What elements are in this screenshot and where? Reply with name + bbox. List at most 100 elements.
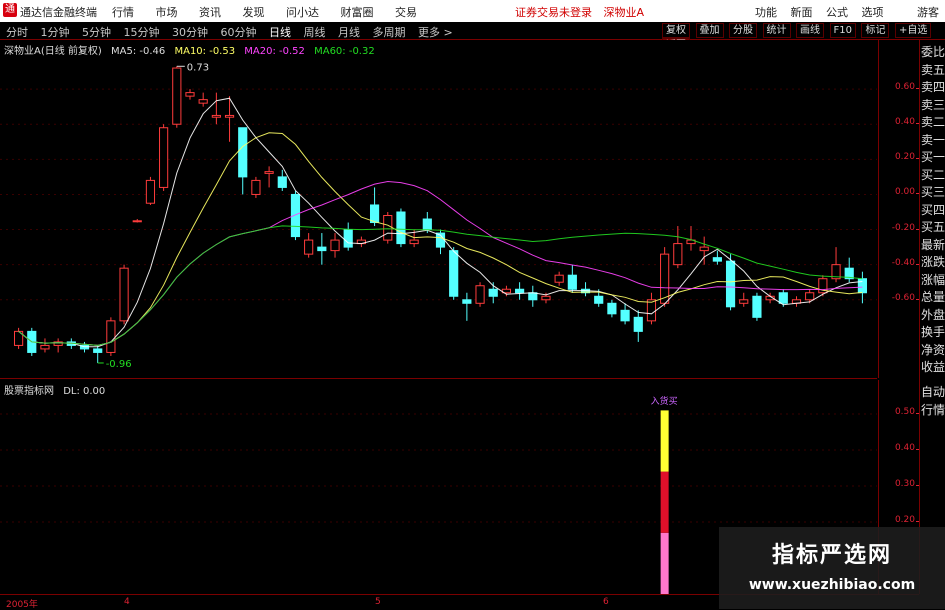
- candle-body: [330, 239, 340, 252]
- y-tick-label: 0.40: [894, 117, 920, 128]
- date-label-month-4: 4: [124, 597, 130, 607]
- quote-field-label: 买二: [921, 167, 945, 182]
- quote-field-label: 涨跌: [921, 255, 945, 269]
- candle-body: [541, 295, 551, 301]
- candle-body: [528, 292, 538, 301]
- candle-body: [93, 348, 103, 353]
- quote-field-label: 卖二: [921, 115, 945, 129]
- candle-body: [290, 193, 301, 238]
- period-tab-weekly[interactable]: 周线: [304, 26, 326, 39]
- menu-item-options[interactable]: 选项: [862, 6, 884, 19]
- candle-body: [304, 239, 314, 255]
- candle-body: [251, 179, 261, 195]
- candle-body: [725, 260, 736, 308]
- menu-item-ask[interactable]: 问小达: [286, 6, 319, 19]
- candle-body: [646, 299, 657, 322]
- menu-item-market[interactable]: 市场: [156, 6, 178, 19]
- candle-body: [673, 243, 683, 266]
- split-button[interactable]: 分股: [729, 23, 757, 38]
- period-tab-15min[interactable]: 15分钟: [124, 26, 160, 39]
- period-tab-daily[interactable]: 日线: [269, 26, 291, 39]
- menu-item-function[interactable]: 功能: [755, 6, 777, 19]
- menu-item-trade[interactable]: 交易: [395, 6, 417, 19]
- candle-body: [369, 204, 380, 224]
- main-legend: 深物业A(日线 前复权) MA5: -0.46 MA10: -0.53 MA20…: [4, 42, 381, 57]
- candle-body: [422, 218, 432, 231]
- auto-quote-label[interactable]: 行情: [921, 404, 945, 416]
- candle-body: [185, 92, 195, 97]
- period-tab-monthly[interactable]: 月线: [338, 26, 360, 39]
- y-tick-label: -0.40: [891, 257, 920, 268]
- low-annotation: -0.96: [106, 359, 132, 370]
- quote-field-label: 外盘: [921, 307, 945, 322]
- candle-body: [343, 229, 353, 248]
- overlay-button[interactable]: 叠加: [695, 23, 724, 38]
- candle-body: [449, 250, 459, 297]
- period-tab-5min[interactable]: 5分钟: [82, 26, 111, 39]
- candle-body: [264, 171, 274, 174]
- menu-item-wealth[interactable]: 财富圈: [341, 6, 374, 19]
- menu-item-new-layout[interactable]: 新面: [791, 6, 813, 19]
- candle-body: [277, 176, 287, 188]
- candle-body: [172, 67, 182, 125]
- app-logo-icon: 通: [3, 3, 17, 17]
- period-tab-60min[interactable]: 60分钟: [221, 26, 257, 39]
- quote-field-label: 换手: [921, 325, 945, 339]
- candle-body: [778, 292, 788, 304]
- main-menu: 行情 市场 资讯 发现 问小达 财富圈 交易: [112, 4, 435, 20]
- kline-chart[interactable]: 0.73 -0.96: [0, 40, 877, 378]
- login-status[interactable]: 证券交易未登录: [515, 6, 592, 19]
- auto-quote-label[interactable]: 自动: [921, 386, 945, 398]
- sub-legend: 股票指标网 DL: 0.00: [4, 382, 111, 397]
- period-tab-1min[interactable]: 1分钟: [41, 26, 70, 39]
- stats-button[interactable]: 统计: [762, 23, 791, 38]
- candle-body: [594, 295, 604, 304]
- status-area: 证券交易未登录 深物业A: [515, 4, 652, 20]
- add-favorite-button[interactable]: +自选: [894, 23, 932, 38]
- legend-ma10: MA10: -0.53: [174, 46, 236, 57]
- quote-field-label: 净资: [921, 342, 945, 357]
- candle-body: [211, 114, 221, 118]
- period-tab-more[interactable]: 更多 >: [418, 26, 453, 39]
- quote-field-label: 收益: [921, 360, 945, 374]
- f10-button[interactable]: F10: [829, 23, 856, 38]
- period-tab-intraday[interactable]: 分时: [6, 26, 28, 39]
- high-annotation: 0.73: [187, 62, 209, 73]
- menu-item-formula[interactable]: 公式: [826, 6, 848, 19]
- y-tick-label: 0.50: [894, 407, 920, 417]
- quote-field-label: 买三: [921, 185, 945, 199]
- quote-field-label: 买一: [921, 150, 945, 164]
- sub-legend-dl: DL: 0.00: [63, 386, 106, 397]
- candle-body: [699, 246, 709, 252]
- candle-body: [132, 220, 142, 223]
- mark-button[interactable]: 标记: [861, 23, 890, 38]
- period-tab-30min[interactable]: 30分钟: [172, 26, 208, 39]
- y-tick-label: 0.40: [894, 443, 920, 453]
- menu-item-news[interactable]: 资讯: [199, 6, 221, 19]
- legend-ma5: MA5: -0.46: [111, 46, 166, 57]
- quote-field-label: 总量: [921, 290, 945, 304]
- quote-field-label: 卖四: [921, 80, 945, 94]
- menu-bar: 通 通达信金融终端 行情 市场 资讯 发现 问小达 财富圈 交易 证券交易未登录…: [0, 0, 945, 23]
- ma5-line: [18, 97, 863, 348]
- menu-item-quotes[interactable]: 行情: [112, 6, 134, 19]
- period-tab-multi[interactable]: 多周期: [373, 26, 406, 39]
- candle-body: [383, 215, 393, 241]
- candle-body: [607, 302, 617, 315]
- adjust-button[interactable]: 复权: [662, 23, 690, 38]
- app-title: 通达信金融终端: [20, 6, 97, 19]
- y-tick-label: 0.20: [894, 152, 920, 163]
- candle-body: [238, 127, 248, 178]
- candle-body: [752, 295, 762, 318]
- quote-field-label: 卖一: [921, 132, 945, 147]
- draw-button[interactable]: 画线: [796, 23, 824, 38]
- y-tick-label: 0.60: [894, 82, 920, 93]
- kline-chart-pane[interactable]: 0.73 -0.96 深物业A(日线 前复权) MA5: -0.46 MA10: …: [0, 40, 877, 379]
- y-tick-label: -0.20: [891, 222, 920, 233]
- quote-field-label: 委比: [921, 45, 945, 59]
- candle-body: [106, 320, 116, 353]
- user-label[interactable]: 游客: [917, 6, 939, 19]
- candle-body: [805, 292, 815, 301]
- right-menu: 功能 新面 公式 选项 游客: [745, 4, 939, 20]
- menu-item-discover[interactable]: 发现: [243, 6, 265, 19]
